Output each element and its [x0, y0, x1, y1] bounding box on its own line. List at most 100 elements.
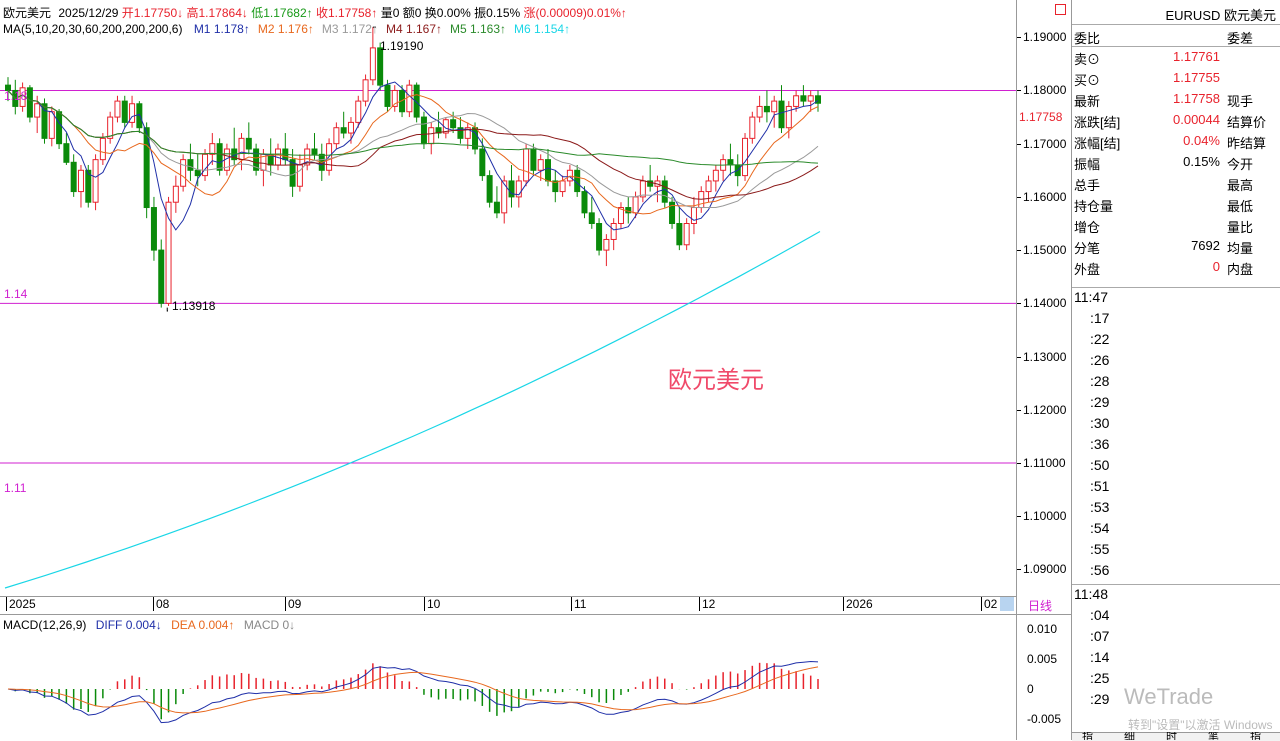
- candle-body: [537, 159, 544, 171]
- candle-body: [763, 105, 770, 113]
- quote-label-right: 今开: [1227, 157, 1254, 172]
- candle-body: [63, 143, 70, 163]
- ma-legend-item: M2 1.176↑: [257, 22, 314, 36]
- candle-body: [194, 169, 201, 177]
- candle-body: [588, 212, 595, 225]
- quote-row: 买⊙ 1.17755: [1072, 67, 1280, 88]
- candle-body: [749, 116, 756, 139]
- quote-label: 分笔: [1074, 241, 1101, 256]
- price-tick-mark: [1017, 409, 1021, 411]
- ma-legend-item: M6 1.154↑: [514, 22, 571, 36]
- bar-date: 2025/12/29: [58, 6, 119, 20]
- candle-body: [34, 103, 41, 118]
- price-tick-mark: [1017, 250, 1021, 252]
- quote-value: 0.15%: [1183, 154, 1220, 169]
- ratio-row: 委比 委差: [1072, 25, 1280, 47]
- level-label-114: 1.14: [4, 287, 28, 301]
- quote-label: 卖⊙: [1074, 52, 1101, 67]
- change-value: 涨(0.00009)0.01%↑: [523, 6, 627, 20]
- time-axis-label: 08: [153, 597, 169, 611]
- price-tick-mark: [1017, 196, 1021, 198]
- macd-diff-line: [7, 660, 819, 724]
- candle-body: [690, 207, 697, 225]
- candle-body: [559, 180, 566, 193]
- tick-time: :30: [1090, 415, 1110, 431]
- bottom-tab[interactable]: 细: [1124, 732, 1135, 740]
- activate-windows-text: 转到"设置"以激活 Windows: [1128, 718, 1273, 732]
- quote-label-right: 昨结算: [1227, 136, 1267, 151]
- tick-time: :17: [1090, 310, 1110, 326]
- time-axis-label: 02: [981, 597, 997, 611]
- candle-body: [48, 111, 55, 139]
- open-value: 开1.17750↓: [121, 6, 184, 20]
- price-tick-mark: [1017, 516, 1021, 518]
- time-axis-label: 2026: [843, 597, 873, 611]
- ma-legend-item: M5 1.163↑: [450, 22, 507, 36]
- candle-body: [362, 79, 369, 102]
- quote-value: 0.04%: [1183, 133, 1220, 148]
- quote-value: 1.17755: [1173, 70, 1220, 85]
- candle-body: [508, 180, 515, 198]
- quote-label: 增仓: [1074, 220, 1101, 235]
- time-axis-label: 09: [285, 597, 301, 611]
- price-chart[interactable]: [0, 0, 1016, 596]
- quote-row: 涨幅[结] 0.04% 昨结算: [1072, 130, 1280, 151]
- ma-legend-item: M1 1.178↑: [193, 22, 250, 36]
- bottom-tab[interactable]: 时: [1166, 732, 1177, 740]
- ticks-divider: [1072, 287, 1280, 288]
- macd-tick-label: 0: [1027, 682, 1034, 696]
- tick-time: :14: [1090, 649, 1110, 665]
- quote-row: 最新 1.17758 现手: [1072, 88, 1280, 109]
- candle-body: [355, 100, 362, 123]
- quote-value: 0: [1212, 259, 1220, 274]
- expand-icon[interactable]: [1055, 4, 1066, 15]
- candle-body: [676, 223, 683, 246]
- quote-label: 振幅: [1074, 157, 1101, 172]
- candle-body: [121, 100, 128, 123]
- amount-value: 额0: [402, 6, 422, 20]
- candle-body: [420, 116, 427, 145]
- scroll-thumb[interactable]: [1000, 597, 1014, 611]
- tick-time: :55: [1090, 541, 1110, 557]
- candle-body: [727, 159, 734, 166]
- price-tick-label: 1.12000: [1023, 402, 1067, 417]
- macd-legend: MACD(12,26,9) DIFF 0.004↓ DEA 0.004↑ MAC…: [3, 618, 295, 632]
- quote-symbol: EURUSD 欧元美元: [1165, 8, 1276, 23]
- quote-row: 持仓量 最低: [1072, 193, 1280, 214]
- price-tick-label: 1.18000: [1023, 83, 1067, 98]
- amplitude-value: 振0.15%: [474, 6, 521, 20]
- candle-body: [187, 159, 194, 171]
- candle-body: [347, 121, 354, 134]
- axis-divider: [1017, 614, 1071, 615]
- time-axis-label: 12: [699, 597, 715, 611]
- candle-body: [493, 201, 500, 214]
- macd-diff: DIFF 0.004↓: [95, 618, 162, 632]
- candle-body: [406, 84, 413, 113]
- ma-legend-item: M4 1.167↑: [385, 22, 442, 36]
- tick-time: :29: [1090, 691, 1110, 707]
- macd-chart[interactable]: [0, 614, 1016, 740]
- candle-body: [158, 249, 165, 304]
- macd-tick-label: 0.005: [1027, 652, 1058, 666]
- tick-time: :51: [1090, 478, 1110, 494]
- ma-line-m6: [4, 230, 821, 589]
- bottom-tab[interactable]: 指: [1250, 732, 1261, 740]
- time-axis-label: 10: [424, 597, 440, 611]
- candle-body: [661, 180, 668, 203]
- tick-time: 11:47: [1074, 289, 1108, 305]
- candle-body: [377, 47, 384, 86]
- candle-body: [610, 223, 617, 240]
- quote-label: 外盘: [1074, 262, 1101, 277]
- bottom-tab[interactable]: 笔: [1208, 732, 1219, 740]
- macd-title: MACD(12,26,9): [3, 618, 87, 632]
- quote-row: 振幅 0.15% 今开: [1072, 151, 1280, 172]
- volume-value: 量0: [380, 6, 400, 20]
- candle-body: [172, 185, 179, 203]
- level-label-118: 1.18: [4, 89, 28, 103]
- bottom-tab[interactable]: 指: [1082, 732, 1093, 740]
- quote-row: 卖⊙ 1.17761: [1072, 46, 1280, 67]
- candle-body: [428, 127, 435, 145]
- candle-body: [77, 169, 84, 193]
- candle-body: [742, 137, 749, 177]
- quote-label-right: 最低: [1227, 199, 1254, 214]
